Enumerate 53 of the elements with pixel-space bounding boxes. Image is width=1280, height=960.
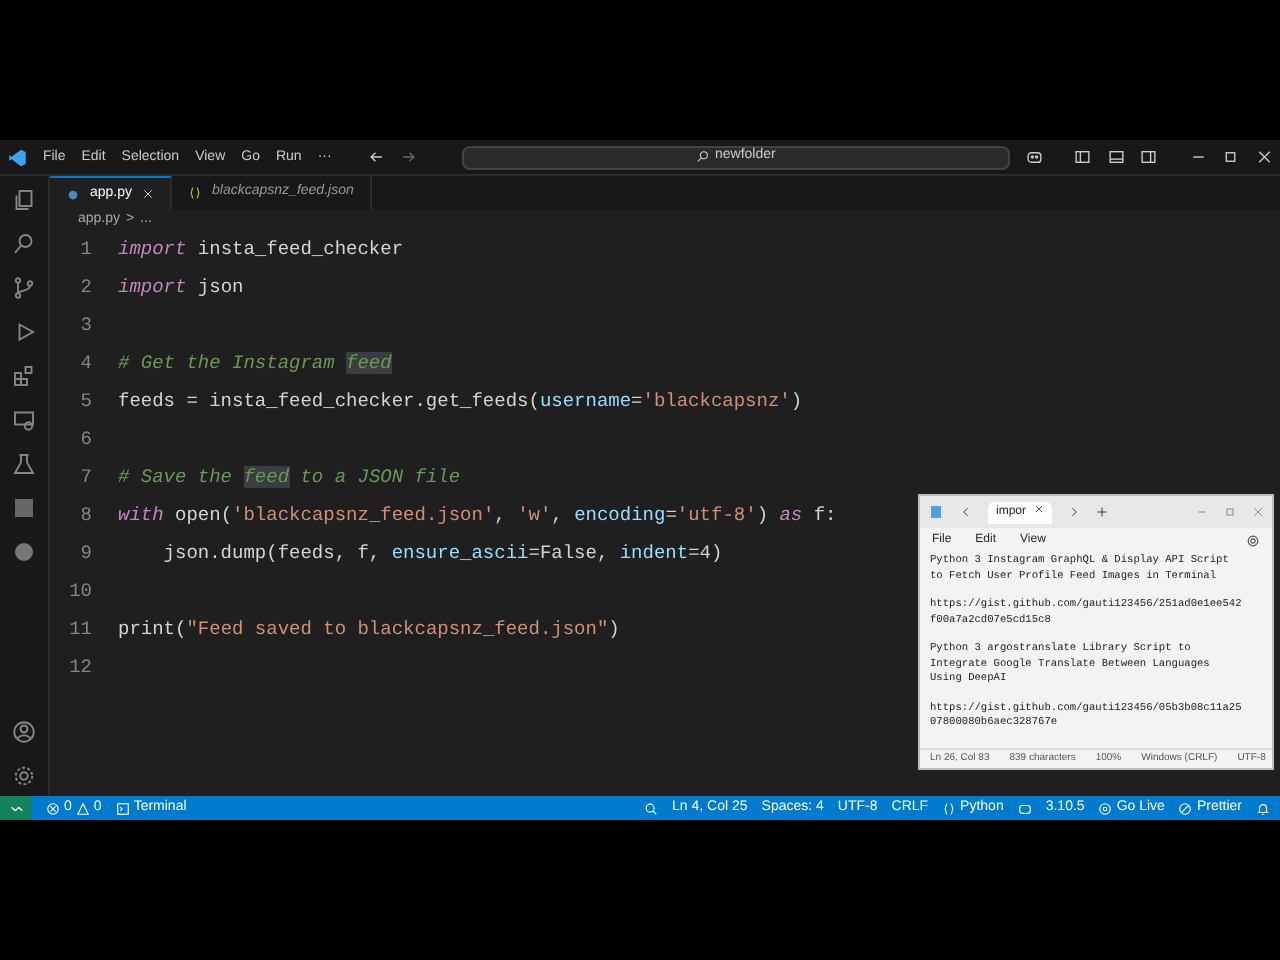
code-line: # Get the Instagram feed	[118, 350, 392, 379]
warning-icon	[75, 801, 90, 815]
line-number: 3	[78, 312, 94, 341]
line-number: 7	[78, 464, 94, 493]
plus-icon[interactable]	[1096, 506, 1109, 518]
zoom-icon[interactable]	[644, 801, 659, 815]
vscode-logo-icon	[8, 147, 27, 167]
line-number: 9	[78, 540, 94, 569]
forward-arrow-icon[interactable]	[400, 148, 418, 166]
code-line: import insta_feed_checker	[118, 236, 404, 265]
code-line: json.dump(feeds, f, ensure_ascii=False, indent=4)	[161, 540, 723, 569]
remote-icon	[9, 801, 23, 815]
line-number: 4	[78, 350, 94, 379]
line-number: 12	[67, 654, 94, 683]
braces-icon	[942, 801, 957, 815]
line-number: 5	[78, 388, 94, 417]
line-number: 6	[78, 426, 94, 455]
back-arrow-icon[interactable]	[367, 148, 385, 166]
code-line: with open('blackcapsnz_feed.json', 'w', encoding='utf-8') as f:	[118, 502, 837, 531]
account-icon[interactable]	[12, 720, 36, 744]
circle-badge-icon[interactable]	[12, 540, 36, 564]
notepad-icon	[928, 504, 944, 520]
layout-icon[interactable]	[1074, 148, 1092, 166]
line-number: 11	[67, 616, 94, 645]
python-file-icon	[66, 187, 80, 201]
code-line: # Save the feed to a JSON file	[118, 464, 461, 493]
remote-explorer-icon[interactable]	[12, 408, 36, 432]
terminal-icon	[115, 801, 130, 815]
extensions-icon[interactable]	[12, 364, 36, 388]
error-icon	[46, 801, 60, 815]
source-control-icon[interactable]	[12, 276, 36, 300]
search-icon[interactable]	[12, 232, 36, 256]
bell-icon[interactable]	[1256, 801, 1270, 815]
line-number: 8	[78, 502, 94, 531]
no-entry-icon	[1178, 801, 1193, 815]
code-line: feeds = insta_feed_checker.get_feeds(username='blackcapsnz')	[118, 388, 803, 417]
close-icon[interactable]	[1034, 503, 1045, 513]
settings-icon[interactable]	[1246, 533, 1260, 547]
flask-icon[interactable]	[12, 452, 36, 476]
files-icon[interactable]	[12, 188, 36, 212]
settings-icon[interactable]	[12, 764, 36, 788]
layout-icon[interactable]	[1107, 148, 1125, 166]
code-line: print("Feed saved to blackcapsnz_feed.json")	[118, 616, 620, 645]
layout-icon[interactable]	[1140, 148, 1158, 166]
broadcast-icon	[1098, 801, 1113, 815]
code-line: import json	[118, 274, 244, 303]
remote-indicator[interactable]	[0, 796, 32, 820]
line-number: 2	[78, 274, 94, 303]
restore-icon[interactable]	[1222, 148, 1240, 166]
line-number: 10	[67, 578, 94, 607]
braces-icon	[188, 186, 203, 200]
line-number: 1	[78, 236, 94, 265]
search-icon	[695, 150, 709, 164]
